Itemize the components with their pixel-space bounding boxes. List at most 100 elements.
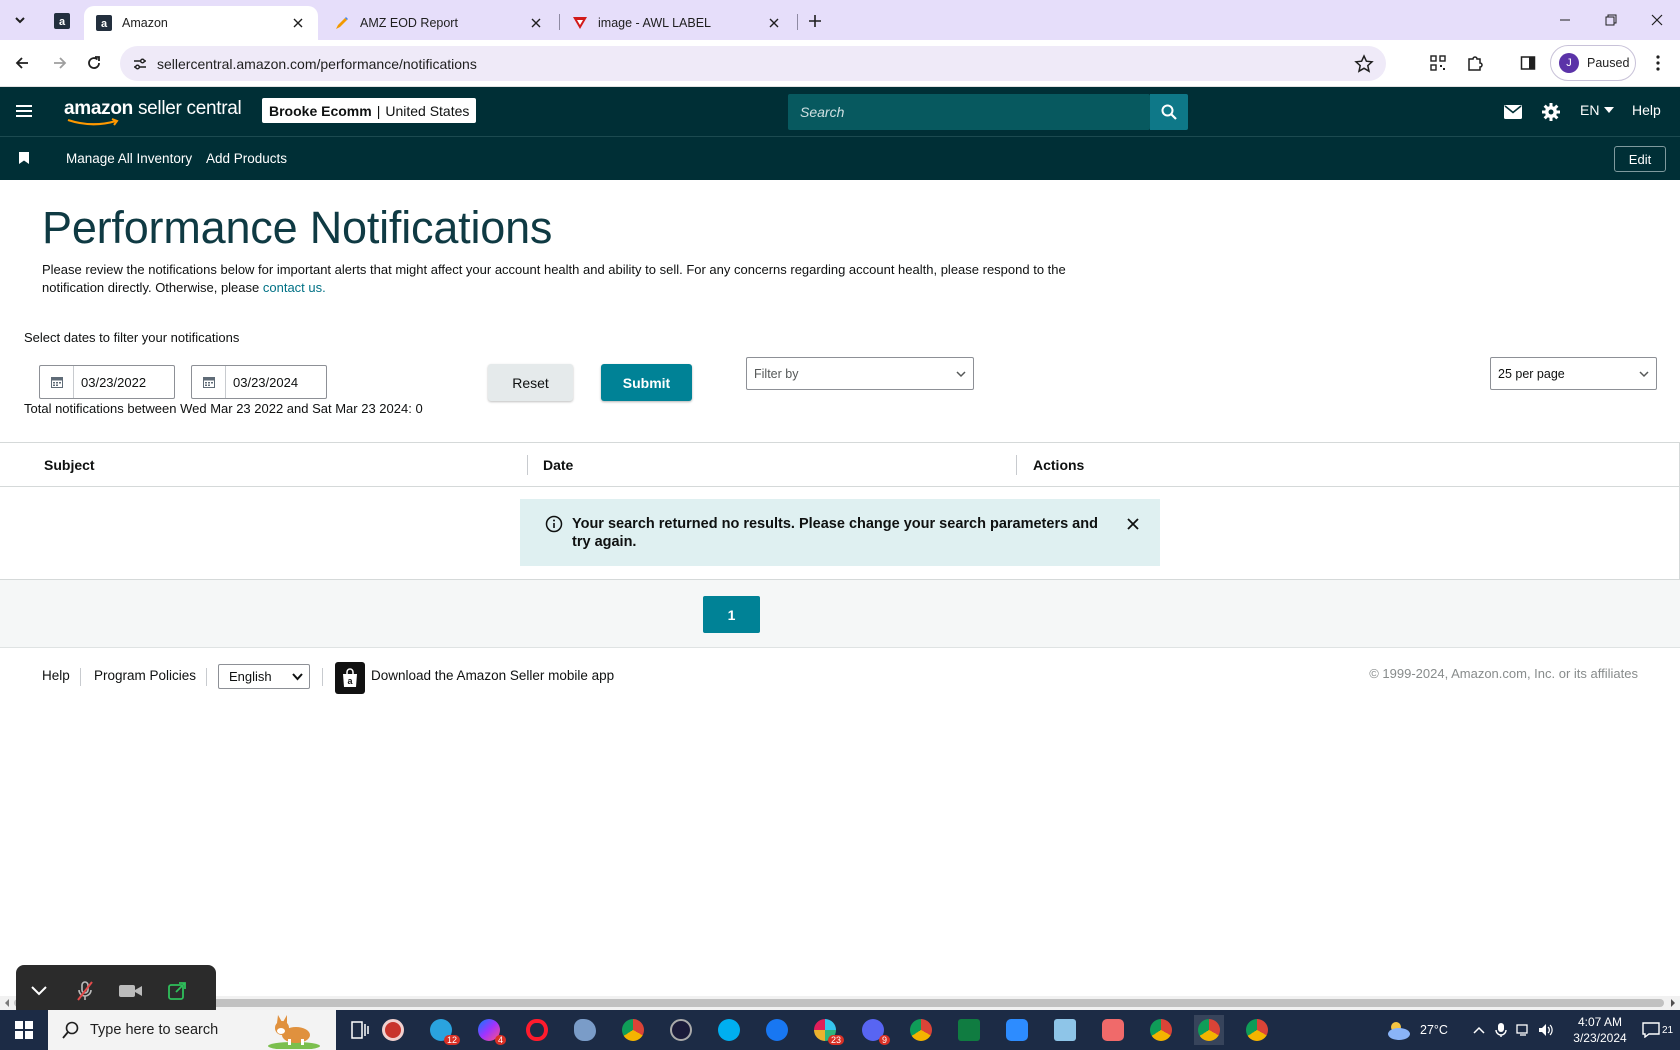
submit-button[interactable]: Submit <box>601 364 692 401</box>
taskbar-app-chrome-profile-w2[interactable] <box>1242 1015 1272 1045</box>
close-tab-icon[interactable] <box>290 15 306 31</box>
pinned-tab-amazon[interactable]: a <box>44 6 80 36</box>
site-info-icon[interactable] <box>130 54 150 74</box>
account-switcher[interactable]: Brooke Ecomm | United States <box>262 98 477 123</box>
taskbar-app-chrome[interactable] <box>618 1015 648 1045</box>
seller-central-logo[interactable]: amazon seller central <box>64 98 242 120</box>
reload-button[interactable] <box>82 51 106 75</box>
taskbar-app-chrome-profile-va[interactable] <box>1146 1015 1176 1045</box>
google-lens-button[interactable] <box>1426 51 1450 75</box>
extensions-button[interactable] <box>1463 51 1487 75</box>
taskbar-search-box[interactable]: Type here to search <box>48 1010 336 1050</box>
footer-program-policies-link[interactable]: Program Policies <box>94 668 196 683</box>
forward-button[interactable] <box>48 51 72 75</box>
start-button[interactable] <box>0 1010 48 1050</box>
task-view-button[interactable] <box>345 1015 375 1045</box>
taskbar-app-slack[interactable]: 23 <box>810 1015 844 1045</box>
language-switcher[interactable]: EN <box>1580 102 1615 118</box>
restore-icon <box>1605 14 1617 26</box>
notification-center-button[interactable]: 21 <box>1642 1010 1673 1050</box>
taskbar-app-excel[interactable] <box>954 1015 984 1045</box>
reset-button[interactable]: Reset <box>488 364 573 401</box>
column-header-subject: Subject <box>44 457 95 473</box>
browser-toolbar: sellercentral.amazon.com/performance/not… <box>0 40 1680 87</box>
taskbar-app-chrome-profile-w[interactable] <box>906 1015 936 1045</box>
hamburger-menu-icon[interactable] <box>14 101 34 121</box>
taskbar-app-zoom[interactable] <box>1002 1015 1032 1045</box>
footer-language-select[interactable]: English <box>218 664 310 689</box>
taskbar-app-discord[interactable]: 9 <box>858 1015 890 1045</box>
tab-amz-eod-report[interactable]: AMZ EOD Report <box>322 6 556 40</box>
edit-bookmarks-button[interactable]: Edit <box>1614 146 1666 172</box>
tab-awl-label[interactable]: image - AWL LABEL <box>560 6 794 40</box>
back-button[interactable] <box>10 51 34 75</box>
scroll-right-icon[interactable] <box>1668 996 1678 1010</box>
tab-title: Amazon <box>122 16 168 30</box>
task-view-icon <box>351 1021 369 1039</box>
search-button[interactable] <box>1150 94 1188 130</box>
help-link[interactable]: Help <box>1632 102 1661 118</box>
taskbar-app-screenpresso[interactable] <box>378 1015 408 1045</box>
chrome-icon <box>622 1019 644 1041</box>
scroll-left-icon[interactable] <box>2 996 12 1010</box>
taskbar-app-chrome-profile-j[interactable] <box>1194 1015 1224 1045</box>
taskbar-app-messenger[interactable]: 4 <box>474 1015 506 1045</box>
share-screen-icon <box>168 982 186 1000</box>
minimize-button[interactable] <box>1542 0 1588 40</box>
per-page-select[interactable]: 25 per page <box>1490 357 1657 390</box>
horizontal-scrollbar[interactable] <box>0 996 1680 1010</box>
end-date-input[interactable]: 03/23/2024 <box>191 365 327 399</box>
microphone-icon[interactable] <box>1494 1022 1508 1038</box>
star-icon[interactable] <box>1354 54 1374 74</box>
clock-date: 3/23/2024 <box>1573 1031 1627 1045</box>
taskbar-app-paint[interactable] <box>570 1015 600 1045</box>
taskbar-app-skype[interactable] <box>714 1015 744 1045</box>
tab-amazon[interactable]: a Amazon <box>84 6 318 40</box>
footer-app-download-link[interactable]: Download the Amazon Seller mobile app <box>371 668 614 683</box>
taskbar-app-facebook[interactable] <box>762 1015 792 1045</box>
taskbar-app-asana[interactable] <box>1098 1015 1128 1045</box>
calendar-icon[interactable] <box>40 366 74 398</box>
start-date-input[interactable]: 03/23/2022 <box>39 365 175 399</box>
taskbar-app-notepad[interactable] <box>1050 1015 1080 1045</box>
settings-button[interactable] <box>1540 101 1562 123</box>
close-tab-icon[interactable] <box>766 15 782 31</box>
close-icon[interactable] <box>1125 516 1141 532</box>
side-panel-button[interactable] <box>1516 51 1540 75</box>
close-tab-icon[interactable] <box>528 15 544 31</box>
account-region: United States <box>385 102 470 119</box>
zoom-icon <box>1006 1019 1028 1041</box>
scrollbar-thumb[interactable] <box>14 999 1664 1007</box>
chevron-up-icon[interactable] <box>1472 1025 1486 1035</box>
taskbar-app-telegram[interactable]: 12 <box>426 1015 460 1045</box>
nav-add-products[interactable]: Add Products <box>206 151 287 166</box>
messages-button[interactable] <box>1502 101 1524 123</box>
bookmark-icon[interactable] <box>19 152 29 164</box>
profile-status: Paused <box>1587 56 1630 70</box>
contact-us-link[interactable]: contact us. <box>263 280 326 295</box>
taskbar-app-clock[interactable] <box>666 1015 696 1045</box>
vivaldi-favicon-icon <box>573 17 587 29</box>
calendar-icon[interactable] <box>192 366 226 398</box>
filter-by-select[interactable]: Filter by <box>746 357 974 390</box>
nav-manage-all-inventory[interactable]: Manage All Inventory <box>66 151 192 166</box>
volume-icon[interactable] <box>1538 1023 1554 1037</box>
browser-menu-button[interactable] <box>1646 51 1670 75</box>
tab-search-button[interactable] <box>6 8 34 32</box>
seller-app-icon[interactable]: a <box>335 662 365 694</box>
system-tray <box>1472 1010 1554 1050</box>
network-icon[interactable] <box>1516 1023 1532 1037</box>
weather-widget[interactable]: 27°C <box>1384 1010 1448 1050</box>
close-window-button[interactable] <box>1634 0 1680 40</box>
profile-button[interactable]: J Paused <box>1550 45 1636 81</box>
total-notifications-text: Total notifications between Wed Mar 23 2… <box>24 401 423 416</box>
address-bar[interactable]: sellercentral.amazon.com/performance/not… <box>120 46 1386 81</box>
new-tab-button[interactable] <box>804 10 826 32</box>
notification-count: 21 <box>1662 1024 1674 1036</box>
system-clock[interactable]: 4:07 AM 3/23/2024 <box>1560 1014 1640 1046</box>
restore-button[interactable] <box>1588 0 1634 40</box>
page-button-current[interactable]: 1 <box>703 596 760 633</box>
seller-search-input[interactable]: Search <box>788 94 1150 130</box>
taskbar-app-opera[interactable] <box>522 1015 552 1045</box>
footer-help-link[interactable]: Help <box>42 668 70 683</box>
